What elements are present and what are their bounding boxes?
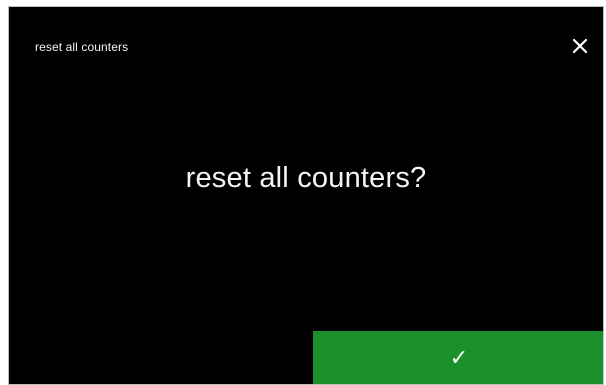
confirmation-prompt: reset all counters? [185, 162, 427, 194]
close-icon [572, 38, 588, 54]
dialog-title: reset all counters [35, 40, 129, 54]
close-button[interactable] [567, 33, 593, 59]
confirm-button[interactable]: ✓ [313, 331, 603, 384]
reset-counters-dialog: reset all counters reset all counters? ✓ [8, 6, 604, 385]
check-icon: ✓ [449, 345, 469, 371]
